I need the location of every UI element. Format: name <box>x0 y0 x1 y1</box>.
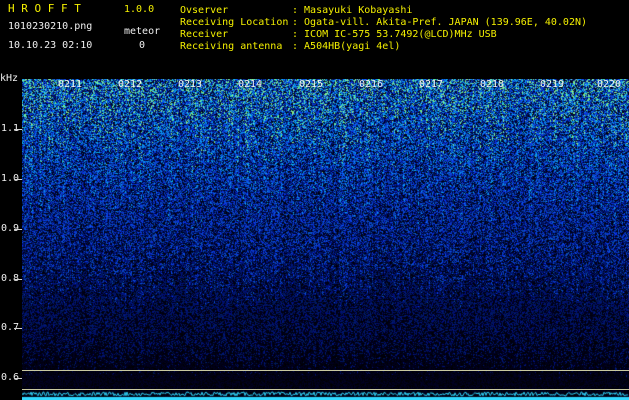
image-filename: 1010230210.png <box>8 21 93 32</box>
meteor-label: meteor <box>124 26 161 37</box>
info-location-value: : Ogata-vill. Akita-Pref. JAPAN (139.96E… <box>292 17 588 28</box>
y-tick-0-6 <box>14 378 22 379</box>
time-label-0219: 0219 <box>540 79 565 90</box>
info-observer-label: Ovserver <box>180 5 229 16</box>
app-title: H R O F F T <box>8 2 81 15</box>
time-label-0214: 0214 <box>238 79 263 90</box>
hrofft-window: H R O F F T 1.0.0 1010230210.png meteor … <box>0 0 629 400</box>
y-tick-1-1 <box>14 129 22 130</box>
time-label-0213: 0213 <box>178 79 203 90</box>
info-receiver-label: Receiver <box>180 29 229 40</box>
y-tick-0-9 <box>14 229 22 230</box>
reference-line-upper <box>22 370 629 371</box>
meteor-count: 0 <box>139 40 146 51</box>
y-tick-1-0 <box>14 179 22 180</box>
y-axis-unit: kHz <box>0 73 19 84</box>
info-receiver-value: : ICOM IC-575 53.7492(@LCD)MHz USB <box>292 29 497 40</box>
spectrogram-area <box>22 79 629 400</box>
y-tick-0-8 <box>14 279 22 280</box>
reference-line-lower <box>22 389 629 390</box>
time-label-0211: 0211 <box>58 79 83 90</box>
info-observer-value: : Masayuki Kobayashi <box>292 5 413 16</box>
spectrogram-canvas <box>22 79 629 400</box>
time-label-0217: 0217 <box>419 79 444 90</box>
info-antenna-value: : A504HB(yagi 4el) <box>292 41 401 52</box>
observation-datetime: 10.10.23 02:10 <box>8 40 93 51</box>
info-location-label: Receiving Location <box>180 17 289 28</box>
y-tick-0-7 <box>14 328 22 329</box>
time-label-0218: 0218 <box>480 79 505 90</box>
time-label-0212: 0212 <box>118 79 143 90</box>
time-label-0216: 0216 <box>359 79 384 90</box>
time-label-0215: 0215 <box>299 79 324 90</box>
time-label-0220: 0220 <box>597 79 622 90</box>
info-antenna-label: Receiving antenna <box>180 41 283 52</box>
app-version: 1.0.0 <box>124 4 155 15</box>
